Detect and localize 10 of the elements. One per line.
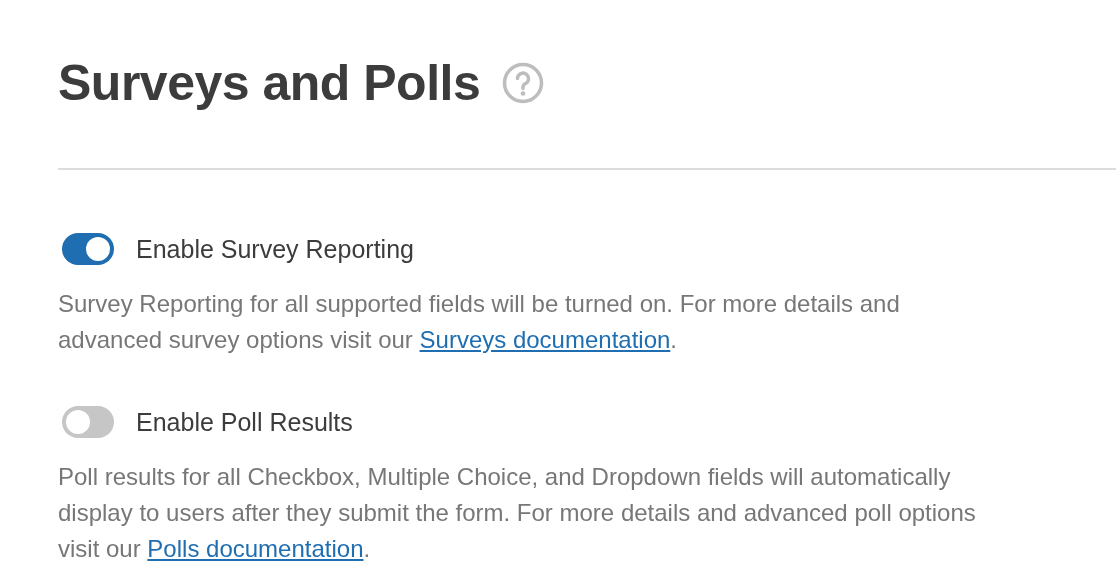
setting-description: Poll results for all Checkbox, Multiple Choice, and Dropdown fields will automatically display to users after they submit the form. For more details and advanced poll options visit our Polls documentation.	[58, 462, 977, 564]
setting-label: Enable Survey Reporting	[136, 234, 414, 264]
setting-label: Enable Poll Results	[136, 407, 353, 437]
page-title: Surveys and Polls	[58, 54, 481, 112]
documentation-link[interactable]: Surveys documentation	[419, 326, 671, 353]
documentation-link[interactable]: Polls documentation	[147, 535, 364, 562]
toggle-switch[interactable]	[62, 233, 114, 265]
help-icon[interactable]	[502, 62, 545, 104]
setting-description: Survey Reporting for all supported fields will be turned on. For more details and advanced survey options visit our Surveys documentation.	[58, 289, 901, 355]
toggle-switch[interactable]	[62, 406, 114, 438]
